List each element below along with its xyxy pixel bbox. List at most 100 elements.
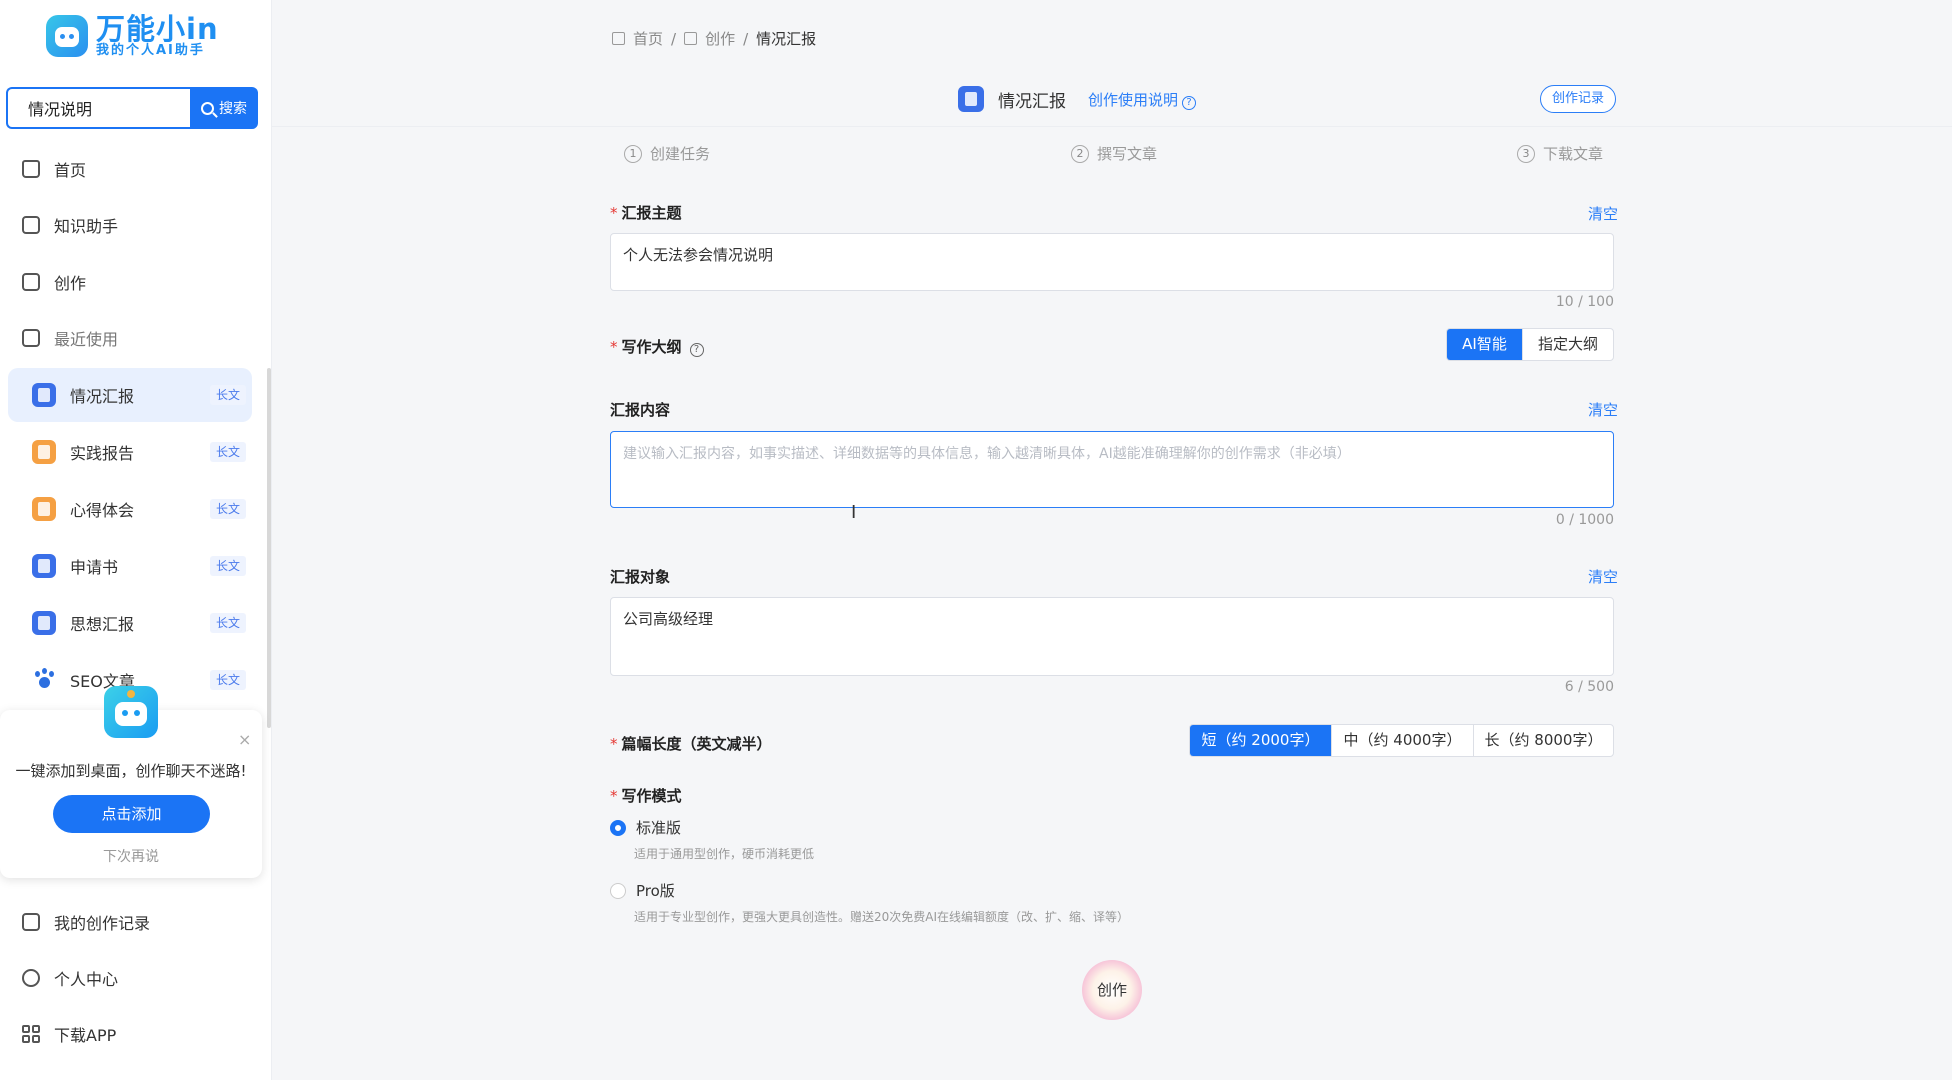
add-to-desktop-button[interactable]: 点击添加: [53, 795, 210, 833]
nav-records[interactable]: 我的创作记录: [22, 906, 150, 938]
recent-item-report[interactable]: 情况汇报 长文: [8, 368, 252, 422]
long-text-tag: 长文: [209, 499, 246, 519]
recent-item-practice[interactable]: 实践报告 长文: [8, 425, 252, 479]
nav-knowledge-label: 知识助手: [54, 217, 119, 236]
document-icon: [958, 86, 984, 112]
record-icon: [22, 913, 40, 931]
document-icon: [32, 383, 56, 407]
long-text-tag: 长文: [209, 385, 246, 405]
recent-item-label: 心得体会: [70, 501, 135, 520]
apps-icon: [22, 1025, 40, 1043]
mode-pro-desc: 适用于专业型创作，更强大更具创造性。赠送20次免费AI在线编辑额度（改、扩、缩、…: [634, 910, 1130, 924]
promo-text: 一键添加到桌面，创作聊天不迷路!: [15, 762, 247, 780]
home-icon: [22, 160, 40, 178]
nav-home-label: 首页: [54, 161, 87, 180]
breadcrumb-separator: /: [671, 29, 677, 48]
recent-item-reflection[interactable]: 心得体会 长文: [8, 482, 252, 536]
step-1: 1 创建任务: [624, 143, 710, 164]
topic-counter: 10 / 100: [1555, 294, 1614, 310]
recent-item-thought[interactable]: 思想汇报 长文: [8, 596, 252, 650]
close-icon[interactable]: ×: [238, 730, 251, 749]
text-cursor-icon: I: [851, 502, 857, 523]
length-short-option[interactable]: 短（约 2000字）: [1190, 725, 1332, 756]
long-text-tag: 长文: [209, 670, 246, 690]
mode-pro-option[interactable]: Pro版: [610, 880, 675, 901]
content-clear-button[interactable]: 清空: [1588, 399, 1618, 420]
nav-profile[interactable]: 个人中心: [22, 962, 118, 994]
creation-history-button[interactable]: 创作记录: [1540, 85, 1616, 113]
length-medium-option[interactable]: 中（约 4000字）: [1332, 725, 1474, 756]
document-icon: [32, 554, 56, 578]
content-placeholder: 建议输入汇报内容，如事实描述、详细数据等的具体信息，输入越清晰具体，AI越能准确…: [623, 446, 1351, 462]
recent-item-label: 情况汇报: [70, 387, 135, 406]
breadcrumb-home[interactable]: 首页: [633, 28, 663, 49]
nav-recent-label: 最近使用: [54, 330, 119, 349]
nav-create[interactable]: 创作: [22, 266, 86, 298]
content-counter: 0 / 1000: [1555, 512, 1614, 528]
topic-input[interactable]: 个人无法参会情况说明: [610, 233, 1614, 291]
long-text-tag: 长文: [209, 442, 246, 462]
sidebar: 万能小in 我的个人AI助手 搜索 首页 知识助手 创作 最近使用 情况汇报 长…: [0, 0, 272, 1080]
mode-pro-label: Pro版: [636, 882, 675, 900]
long-text-tag: 长文: [209, 556, 246, 576]
step-number: 1: [624, 144, 642, 163]
recent-item-application[interactable]: 申请书 长文: [8, 539, 252, 593]
topic-clear-button[interactable]: 清空: [1588, 203, 1618, 224]
length-label-text: 篇幅长度（英文减半）: [621, 735, 772, 753]
usage-guide-label: 创作使用说明: [1088, 90, 1179, 109]
step-3: 3 下载文章: [1517, 143, 1603, 164]
search-button[interactable]: 搜索: [190, 87, 258, 129]
page-header: 情况汇报 创作使用说明?: [958, 86, 1197, 112]
radio-unchecked-icon[interactable]: [610, 882, 626, 899]
edit-icon: [22, 273, 40, 291]
length-long-option[interactable]: 长（约 8000字）: [1474, 725, 1613, 756]
breadcrumb-create[interactable]: 创作: [705, 28, 735, 49]
nav-home[interactable]: 首页: [22, 153, 86, 185]
question-icon[interactable]: ?: [689, 343, 704, 357]
logo[interactable]: 万能小in 我的个人AI助手: [46, 14, 219, 58]
home-icon: [612, 32, 625, 45]
required-mark: *: [610, 735, 618, 753]
audience-label: 汇报对象: [610, 566, 670, 587]
user-icon: [22, 969, 40, 987]
dismiss-later-link[interactable]: 下次再说: [0, 846, 262, 866]
outline-custom-option[interactable]: 指定大纲: [1523, 329, 1613, 360]
length-toggle: 短（约 2000字） 中（约 4000字） 长（约 8000字）: [1189, 724, 1614, 757]
question-icon: ?: [1182, 95, 1197, 110]
length-label: * 篇幅长度（英文减半）: [610, 733, 772, 754]
header-divider: [272, 126, 1952, 127]
topic-label: * 汇报主题: [610, 202, 682, 223]
nav-knowledge[interactable]: 知识助手: [22, 209, 118, 241]
required-mark: *: [610, 338, 618, 356]
required-mark: *: [610, 204, 618, 222]
audience-input[interactable]: 公司高级经理: [610, 597, 1614, 676]
logo-subtitle: 我的个人AI助手: [96, 43, 205, 58]
radio-checked-icon[interactable]: [610, 819, 626, 836]
sidebar-scrollbar[interactable]: [267, 368, 271, 728]
outline-ai-option[interactable]: AI智能: [1447, 329, 1523, 360]
document-icon: [32, 440, 56, 464]
history-icon: [22, 329, 40, 347]
step-number: 3: [1517, 144, 1535, 163]
nav-create-label: 创作: [54, 274, 87, 293]
content-label-text: 汇报内容: [610, 401, 671, 419]
content-label: 汇报内容: [610, 399, 670, 420]
audience-clear-button[interactable]: 清空: [1588, 566, 1618, 587]
paw-icon: [32, 668, 56, 692]
outline-label-text: 写作大纲: [621, 338, 682, 356]
outline-mode-toggle: AI智能 指定大纲: [1446, 328, 1614, 361]
step-label: 下载文章: [1543, 145, 1604, 163]
robot-logo-icon: [46, 15, 88, 57]
mode-standard-label: 标准版: [636, 819, 682, 837]
topic-label-text: 汇报主题: [621, 204, 682, 222]
content-textarea[interactable]: 建议输入汇报内容，如事实描述、详细数据等的具体信息，输入越清晰具体，AI越能准确…: [610, 431, 1614, 508]
create-button[interactable]: 创作: [1082, 960, 1142, 1020]
search-button-label: 搜索: [219, 101, 247, 117]
nav-download[interactable]: 下载APP: [22, 1018, 116, 1050]
mode-standard-option[interactable]: 标准版: [610, 817, 681, 838]
step-number: 2: [1071, 144, 1089, 163]
nav-records-label: 我的创作记录: [54, 914, 151, 933]
document-icon: [32, 611, 56, 635]
search-input[interactable]: [6, 87, 190, 129]
usage-guide-link[interactable]: 创作使用说明?: [1088, 89, 1197, 110]
